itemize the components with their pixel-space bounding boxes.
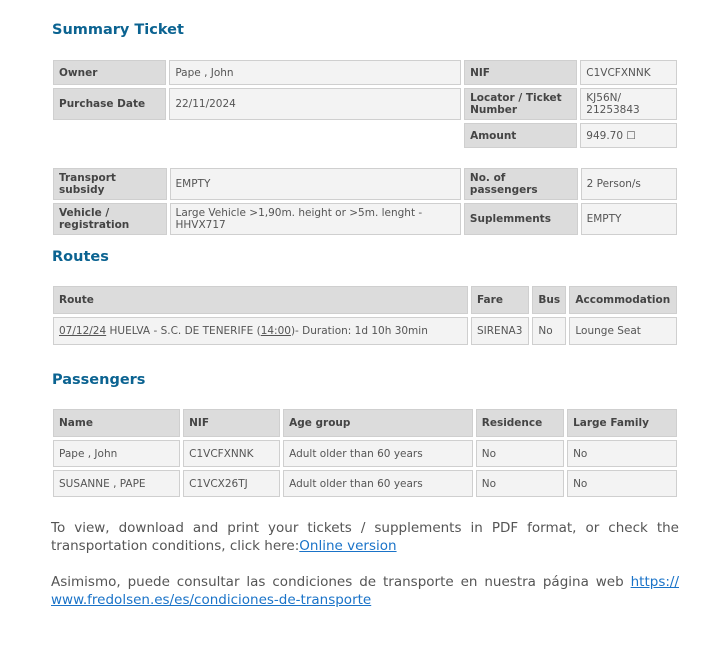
routes-table: Route Fare Bus Accommodation 07/12/24 HU… [50,283,680,348]
route-header: Route [53,286,468,314]
passenger-nif: C1VCFXNNK [183,440,281,467]
age-group-header: Age group [283,409,473,437]
owner-value: Pape , John [169,60,462,85]
route-end: )- Duration: 1d 10h 30min [290,325,428,337]
passengers-count-value: 2 Person/s [580,168,677,200]
fare-header: Fare [471,286,530,314]
conditions-text: Asimismo, puede consultar las condicione… [51,573,679,609]
transport-subsidy-label: Transport subsidy [53,168,167,200]
transport-subsidy-value: EMPTY [169,168,461,200]
passenger-residence: No [475,470,565,497]
nif-label: NIF [464,60,578,85]
details-table: Transport subsidy EMPTY No. of passenger… [50,165,680,238]
amount-label: Amount [464,123,578,148]
route-cell: 07/12/24 HUELVA - S.C. DE TENERIFE (14:0… [53,317,468,345]
table-row: 07/12/24 HUELVA - S.C. DE TENERIFE (14:0… [53,317,677,345]
passenger-large-family: No [567,440,677,467]
fare-cell: SIRENA3 [471,317,530,345]
vehicle-label: Vehicle / registration [53,203,167,235]
passenger-name: SUSANNE , PAPE [53,470,181,497]
nif-header: NIF [183,409,281,437]
accommodation-cell: Lounge Seat [569,317,677,345]
routes-heading: Routes [52,249,109,265]
passenger-large-family: No [567,470,677,497]
passenger-name: Pape , John [53,440,181,467]
accommodation-header: Accommodation [569,286,677,314]
supplements-value: EMPTY [580,203,677,235]
residence-header: Residence [475,409,565,437]
bus-header: Bus [532,286,567,314]
name-header: Name [53,409,181,437]
route-time: 14:00 [260,325,291,337]
pdf-info-text: To view, download and print your tickets… [51,519,679,555]
nif-value: C1VCFXNNK [580,60,677,85]
supplements-label: Suplemments [463,203,578,235]
conditions-label: Asimismo, puede consultar las condicione… [51,574,631,590]
spacer-cell [53,123,166,148]
passengers-table: Name NIF Age group Residence Large Famil… [50,406,680,500]
spacer-cell [169,123,461,148]
summary-heading: Summary Ticket [52,22,184,38]
passengers-count-label: No. of passengers [463,168,578,200]
locator-value: KJ56N/ 21253843 [580,88,677,120]
route-mid: HUELVA - S.C. DE TENERIFE ( [106,325,261,337]
large-family-header: Large Family [567,409,677,437]
owner-label: Owner [53,60,167,85]
passengers-heading: Passengers [52,372,146,388]
table-row: Pape , John C1VCFXNNK Adult older than 6… [53,440,677,467]
passenger-age-group: Adult older than 60 years [283,440,473,467]
bus-cell: No [532,317,567,345]
passenger-age-group: Adult older than 60 years [283,470,473,497]
passenger-nif: C1VCX26TJ [183,470,281,497]
locator-label: Locator / Ticket Number [464,88,578,120]
passenger-residence: No [475,440,565,467]
purchase-date-value: 22/11/2024 [169,88,462,120]
route-date: 07/12/24 [59,325,107,337]
online-version-link[interactable]: Online version [299,538,396,554]
amount-value: 949.70 ☐ [580,123,677,148]
vehicle-value: Large Vehicle >1,90m. height or >5m. len… [169,203,461,235]
table-row: SUSANNE , PAPE C1VCX26TJ Adult older tha… [53,470,677,497]
summary-table: Owner Pape , John NIF C1VCFXNNK Purchase… [50,57,680,151]
purchase-date-label: Purchase Date [53,88,167,120]
